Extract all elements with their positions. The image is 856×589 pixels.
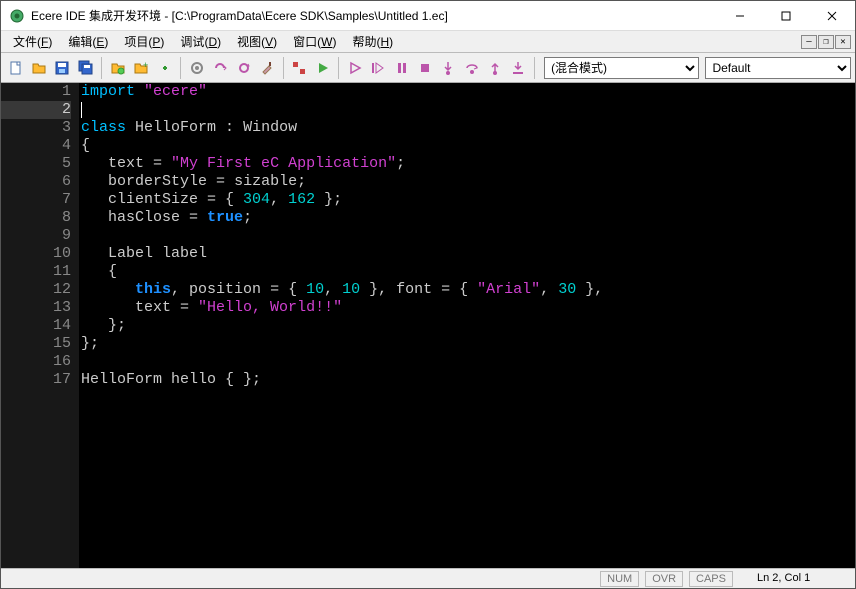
open-project-button[interactable] bbox=[107, 57, 128, 79]
code-line[interactable]: this, position = { 10, 10 }, font = { "A… bbox=[81, 281, 855, 299]
code-line[interactable]: text = "My First eC Application"; bbox=[81, 155, 855, 173]
config-combo[interactable]: Default bbox=[705, 57, 851, 79]
line-number: 15 bbox=[1, 335, 71, 353]
mode-combo[interactable]: (混合模式) bbox=[544, 57, 699, 79]
menu-debug[interactable]: 调试(D) bbox=[172, 31, 229, 52]
debug-restart-button[interactable] bbox=[368, 57, 389, 79]
status-ovr: OVR bbox=[645, 571, 683, 587]
step-over-button[interactable] bbox=[461, 57, 482, 79]
window-title: Ecere IDE 集成开发环境 - [C:\ProgramData\Ecere… bbox=[31, 7, 717, 24]
window-controls bbox=[717, 1, 855, 31]
debug-stop-button[interactable] bbox=[414, 57, 435, 79]
toolbar-separator bbox=[338, 57, 339, 79]
menu-window[interactable]: 窗口(W) bbox=[285, 31, 344, 52]
line-number: 6 bbox=[1, 173, 71, 191]
status-caps: CAPS bbox=[689, 571, 733, 587]
toolbar-separator bbox=[283, 57, 284, 79]
code-line[interactable] bbox=[81, 101, 855, 119]
rebuild-button[interactable] bbox=[233, 57, 254, 79]
line-gutter: 1234567891011121314151617 bbox=[1, 83, 79, 568]
code-line[interactable]: class HelloForm : Window bbox=[81, 119, 855, 137]
app-icon bbox=[9, 8, 25, 24]
run-to-cursor-button[interactable] bbox=[508, 57, 529, 79]
line-number: 13 bbox=[1, 299, 71, 317]
code-line[interactable] bbox=[81, 227, 855, 245]
menu-view[interactable]: 视图(V) bbox=[229, 31, 285, 52]
ide-window: Ecere IDE 集成开发环境 - [C:\ProgramData\Ecere… bbox=[0, 0, 856, 589]
code-line[interactable]: HelloForm hello { }; bbox=[81, 371, 855, 389]
line-number: 7 bbox=[1, 191, 71, 209]
code-line[interactable]: clientSize = { 304, 162 }; bbox=[81, 191, 855, 209]
step-out-button[interactable] bbox=[484, 57, 505, 79]
code-line[interactable]: import "ecere" bbox=[81, 83, 855, 101]
status-num: NUM bbox=[600, 571, 639, 587]
add-file-button[interactable] bbox=[154, 57, 175, 79]
status-position: Ln 2, Col 1 bbox=[739, 571, 849, 587]
code-line[interactable]: borderStyle = sizable; bbox=[81, 173, 855, 191]
clean-button[interactable] bbox=[256, 57, 277, 79]
line-number: 17 bbox=[1, 371, 71, 389]
save-all-button[interactable] bbox=[75, 57, 96, 79]
run-button[interactable] bbox=[312, 57, 333, 79]
code-line[interactable]: }; bbox=[81, 317, 855, 335]
line-number: 1 bbox=[1, 83, 71, 101]
line-number: 3 bbox=[1, 119, 71, 137]
toolbar-separator bbox=[534, 57, 535, 79]
step-into-button[interactable] bbox=[438, 57, 459, 79]
code-line[interactable]: Label label bbox=[81, 245, 855, 263]
menu-help[interactable]: 帮助(H) bbox=[344, 31, 401, 52]
build-button[interactable] bbox=[186, 57, 207, 79]
toolbar-separator bbox=[180, 57, 181, 79]
code-line[interactable]: { bbox=[81, 137, 855, 155]
toolbar: + (混合模式) Default bbox=[1, 53, 855, 83]
save-button[interactable] bbox=[52, 57, 73, 79]
line-number: 5 bbox=[1, 155, 71, 173]
mdi-minimize-button[interactable]: – bbox=[801, 35, 817, 49]
code-line[interactable]: text = "Hello, World!!" bbox=[81, 299, 855, 317]
breakpoint-toggle-button[interactable] bbox=[289, 57, 310, 79]
status-bar: NUM OVR CAPS Ln 2, Col 1 bbox=[1, 568, 855, 588]
svg-text:+: + bbox=[143, 60, 148, 70]
relink-button[interactable] bbox=[210, 57, 231, 79]
minimize-button[interactable] bbox=[717, 1, 763, 31]
debug-pause-button[interactable] bbox=[391, 57, 412, 79]
line-number: 12 bbox=[1, 281, 71, 299]
new-file-button[interactable] bbox=[5, 57, 26, 79]
line-number: 14 bbox=[1, 317, 71, 335]
line-number: 8 bbox=[1, 209, 71, 227]
close-button[interactable] bbox=[809, 1, 855, 31]
menu-project[interactable]: 项目(P) bbox=[116, 31, 172, 52]
code-line[interactable]: { bbox=[81, 263, 855, 281]
line-number: 16 bbox=[1, 353, 71, 371]
line-number: 11 bbox=[1, 263, 71, 281]
code-editor[interactable]: 1234567891011121314151617 import "ecere"… bbox=[1, 83, 855, 568]
code-line[interactable]: }; bbox=[81, 335, 855, 353]
mdi-controls: – ❐ ✕ bbox=[800, 35, 851, 49]
menu-edit[interactable]: 编辑(E) bbox=[60, 31, 116, 52]
menu-bar: 文件(F) 编辑(E) 项目(P) 调试(D) 视图(V) 窗口(W) 帮助(H… bbox=[1, 31, 855, 53]
maximize-button[interactable] bbox=[763, 1, 809, 31]
code-line[interactable] bbox=[81, 353, 855, 371]
line-number: 2 bbox=[1, 101, 71, 119]
text-cursor bbox=[81, 102, 82, 118]
mdi-close-button[interactable]: ✕ bbox=[835, 35, 851, 49]
line-number: 10 bbox=[1, 245, 71, 263]
line-number: 4 bbox=[1, 137, 71, 155]
toolbar-separator bbox=[101, 57, 102, 79]
mdi-restore-button[interactable]: ❐ bbox=[818, 35, 834, 49]
open-file-button[interactable] bbox=[28, 57, 49, 79]
code-area[interactable]: import "ecere"class HelloForm : Window{ … bbox=[79, 83, 855, 568]
menu-file[interactable]: 文件(F) bbox=[5, 31, 60, 52]
add-project-button[interactable]: + bbox=[131, 57, 152, 79]
line-number: 9 bbox=[1, 227, 71, 245]
title-bar: Ecere IDE 集成开发环境 - [C:\ProgramData\Ecere… bbox=[1, 1, 855, 31]
code-line[interactable]: hasClose = true; bbox=[81, 209, 855, 227]
debug-start-button[interactable] bbox=[344, 57, 365, 79]
